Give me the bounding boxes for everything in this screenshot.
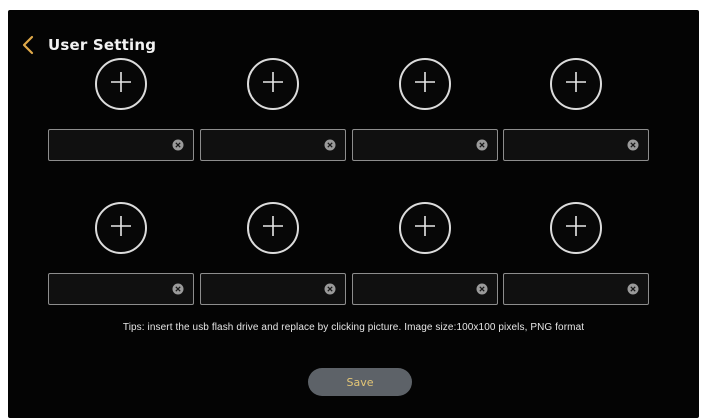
user-name-input[interactable] [504, 275, 626, 303]
clear-icon[interactable] [323, 138, 337, 152]
user-name-input[interactable] [353, 131, 475, 159]
user-slot [503, 56, 649, 176]
user-slot [48, 56, 194, 176]
clear-icon[interactable] [475, 282, 489, 296]
chevron-left-icon[interactable] [22, 34, 38, 56]
user-slot [503, 200, 649, 320]
user-name-field[interactable] [200, 129, 346, 161]
user-name-field[interactable] [48, 273, 194, 305]
user-name-field[interactable] [48, 129, 194, 161]
user-name-field[interactable] [352, 129, 498, 161]
add-avatar-button[interactable] [399, 58, 451, 110]
add-avatar-button[interactable] [95, 58, 147, 110]
user-name-input[interactable] [201, 275, 323, 303]
plus-icon [565, 71, 587, 97]
add-avatar-button[interactable] [550, 58, 602, 110]
user-name-field[interactable] [503, 129, 649, 161]
header: User Setting [22, 32, 156, 58]
plus-icon [110, 71, 132, 97]
plus-icon [262, 71, 284, 97]
user-name-input[interactable] [353, 275, 475, 303]
plus-icon [262, 215, 284, 241]
user-slot [48, 200, 194, 320]
add-avatar-button[interactable] [399, 202, 451, 254]
page-title: User Setting [48, 36, 157, 54]
clear-icon[interactable] [171, 282, 185, 296]
user-slot [200, 200, 346, 320]
save-button[interactable]: Save [308, 368, 412, 396]
plus-icon [565, 215, 587, 241]
tips-text: Tips: insert the usb flash drive and rep… [122, 322, 585, 333]
add-avatar-button[interactable] [95, 202, 147, 254]
user-name-input[interactable] [49, 275, 171, 303]
user-slot [352, 200, 498, 320]
add-avatar-button[interactable] [247, 202, 299, 254]
user-name-field[interactable] [503, 273, 649, 305]
add-avatar-button[interactable] [247, 58, 299, 110]
clear-icon[interactable] [171, 138, 185, 152]
user-name-field[interactable] [200, 273, 346, 305]
clear-icon[interactable] [323, 282, 337, 296]
user-name-input[interactable] [49, 131, 171, 159]
plus-icon [110, 215, 132, 241]
user-name-input[interactable] [504, 131, 626, 159]
clear-icon[interactable] [626, 138, 640, 152]
clear-icon[interactable] [626, 282, 640, 296]
add-avatar-button[interactable] [550, 202, 602, 254]
user-name-field[interactable] [352, 273, 498, 305]
plus-icon [414, 71, 436, 97]
user-slot [200, 56, 346, 176]
user-slot [352, 56, 498, 176]
clear-icon[interactable] [475, 138, 489, 152]
user-name-input[interactable] [201, 131, 323, 159]
plus-icon [414, 215, 436, 241]
